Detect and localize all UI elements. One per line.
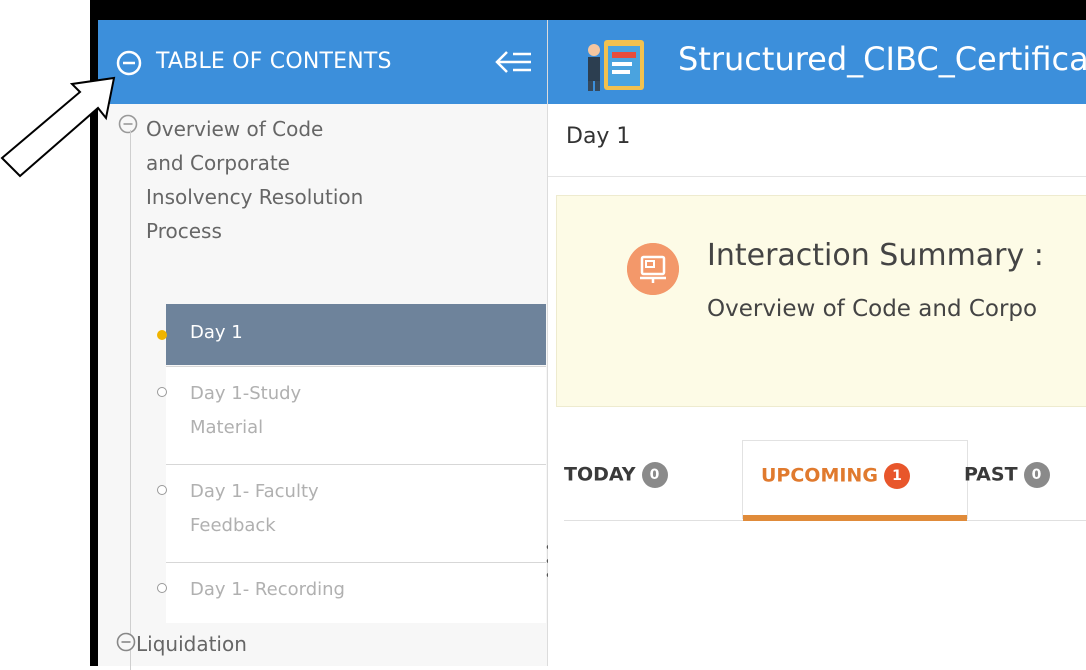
interaction-summary-card: Interaction Summary : Overview of Code a…	[556, 195, 1086, 407]
collapse-circle-icon[interactable]	[116, 50, 142, 76]
course-logo-icon	[588, 40, 644, 91]
sidebar-item-label: Day 1	[190, 322, 243, 343]
tabs-bar: TODAY 0 UPCOMING 1 PAST 0	[564, 440, 1086, 521]
summary-subtitle: Overview of Code and Corpo	[707, 296, 1038, 322]
breadcrumb: Day 1	[566, 124, 631, 149]
collapse-circle-icon[interactable]	[116, 632, 136, 652]
tab-past[interactable]: PAST 0	[964, 440, 1050, 540]
active-tab-indicator	[743, 515, 967, 521]
sidebar-item-day-1[interactable]: Day 1	[157, 304, 546, 365]
active-dot-icon	[157, 330, 167, 340]
bullet-icon	[157, 387, 167, 397]
tab-upcoming[interactable]: UPCOMING 1	[742, 440, 968, 521]
sidebar-item-study-material[interactable]: Day 1-Study Material	[157, 366, 546, 464]
table-of-contents-sidebar: TABLE OF CONTENTS Overview of Code and C…	[98, 20, 548, 670]
sidebar-item-faculty-feedback[interactable]: Day 1- Faculty Feedback	[157, 464, 546, 562]
tab-label: PAST	[964, 463, 1018, 486]
course-header: Structured_CIBC_Certificat	[548, 20, 1086, 104]
tree-line	[130, 130, 131, 670]
sidebar-item-label: Day 1-Study Material	[190, 383, 302, 438]
tab-label: UPCOMING	[761, 464, 878, 487]
count-badge: 0	[1023, 462, 1050, 488]
tab-today[interactable]: TODAY 0	[564, 440, 668, 540]
sidebar-item-label: Day 1- Faculty Feedback	[190, 481, 319, 536]
sidebar-item-recording[interactable]: Day 1- Recording	[157, 562, 546, 623]
sidebar-section-liquidation[interactable]: Liquidation	[136, 632, 247, 656]
window-frame-top	[90, 0, 1086, 20]
bullet-icon	[157, 485, 167, 495]
summary-title: Interaction Summary :	[707, 238, 1044, 273]
count-badge: 0	[641, 462, 668, 488]
bullet-icon	[157, 583, 167, 593]
toc-title: TABLE OF CONTENTS	[156, 49, 392, 74]
course-title[interactable]: Overview of Code and Corporate Insolvenc…	[146, 112, 366, 248]
tab-label: TODAY	[564, 463, 636, 486]
presentation-icon	[627, 243, 679, 295]
sidebar-item-label: Day 1- Recording	[190, 579, 345, 600]
annotation-arrow-icon	[0, 76, 116, 178]
course-name: Structured_CIBC_Certificat	[678, 40, 1086, 78]
toc-header: TABLE OF CONTENTS	[98, 20, 547, 104]
main-content: Structured_CIBC_Certificat Day 1 Interac…	[548, 20, 1086, 666]
breadcrumb-bar: Day 1	[548, 104, 1086, 177]
count-badge: 1	[883, 463, 910, 489]
collapse-sidebar-icon[interactable]	[493, 44, 537, 80]
